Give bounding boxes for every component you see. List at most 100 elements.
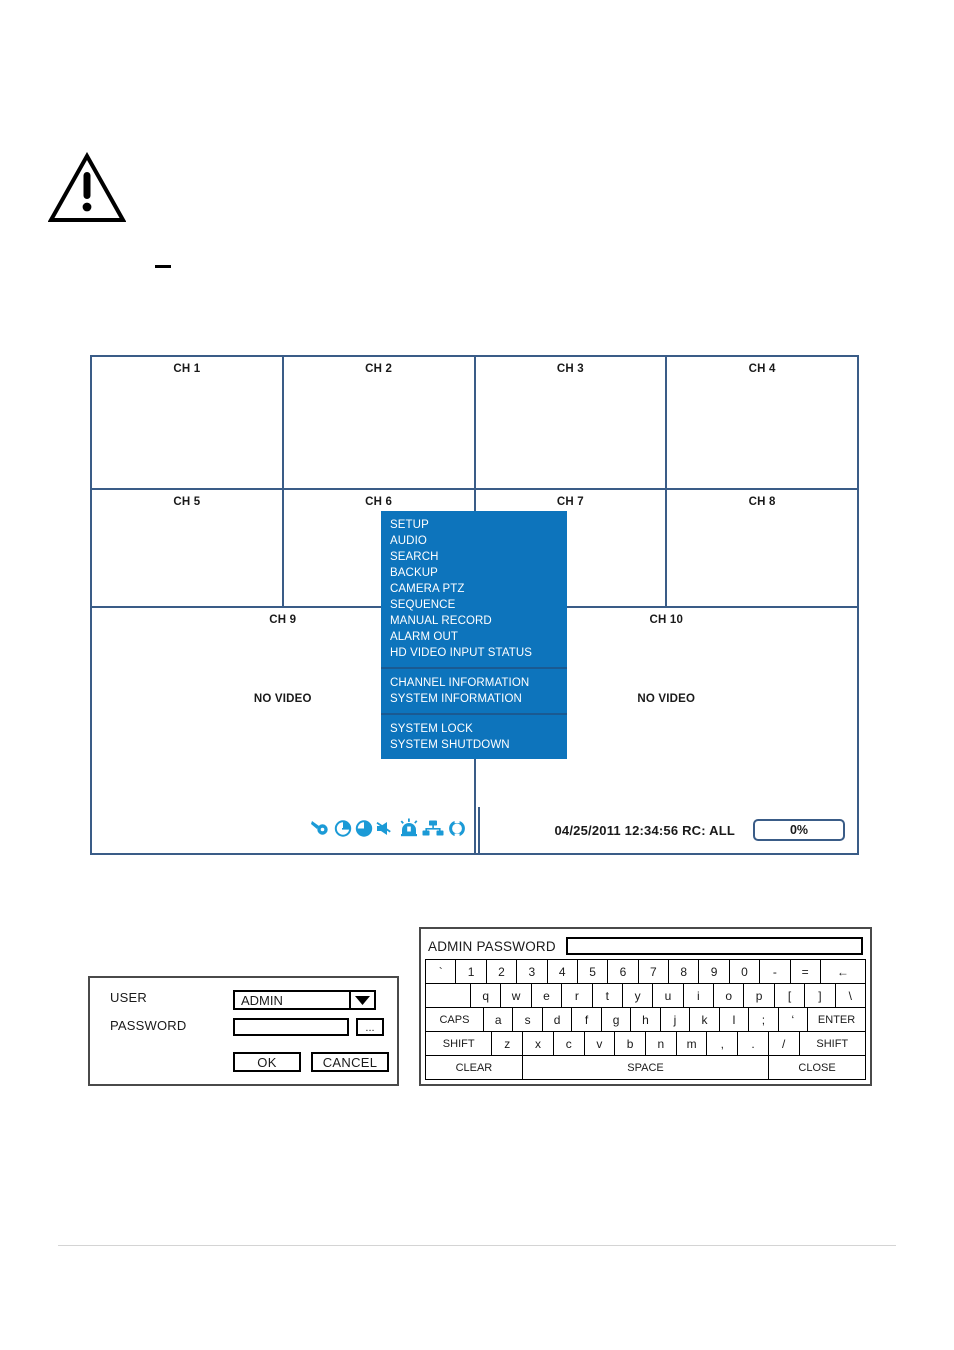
key-minus[interactable]: - bbox=[760, 960, 791, 983]
chevron-down-icon[interactable] bbox=[349, 992, 374, 1008]
key-g[interactable]: g bbox=[601, 1008, 632, 1031]
channel-cell-ch5[interactable]: CH 5 bbox=[92, 490, 284, 606]
key-m[interactable]: m bbox=[676, 1032, 708, 1055]
key-4[interactable]: 4 bbox=[547, 960, 578, 983]
channel-label: CH 7 bbox=[556, 496, 584, 508]
menu-item-search[interactable]: SEARCH bbox=[381, 549, 567, 565]
key-d[interactable]: d bbox=[542, 1008, 573, 1031]
hdd-percent-badge: 0% bbox=[753, 819, 845, 841]
key-h[interactable]: h bbox=[631, 1008, 661, 1031]
menu-item-manual-record[interactable]: MANUAL RECORD bbox=[381, 613, 567, 629]
password-keyboard-button[interactable]: ... bbox=[356, 1018, 384, 1036]
key-semicolon[interactable]: ; bbox=[749, 1008, 779, 1031]
key-equals[interactable]: = bbox=[790, 960, 821, 983]
alarm-siren-icon[interactable] bbox=[398, 818, 420, 843]
menu-item-backup[interactable]: BACKUP bbox=[381, 565, 567, 581]
keyboard-title: ADMIN PASSWORD bbox=[428, 938, 556, 954]
menu-item-channel-information[interactable]: CHANNEL INFORMATION bbox=[381, 675, 567, 691]
key-1[interactable]: 1 bbox=[456, 960, 487, 983]
key-slash[interactable]: / bbox=[768, 1032, 800, 1055]
key-apostrophe[interactable]: ‘ bbox=[778, 1008, 809, 1031]
hdd-overwrite-icon[interactable] bbox=[354, 818, 374, 843]
key-tab-blank[interactable] bbox=[426, 984, 472, 1007]
key-y[interactable]: y bbox=[622, 984, 654, 1007]
channel-cell-ch3[interactable]: CH 3 bbox=[476, 357, 668, 488]
backspace-arrow-icon[interactable]: ← bbox=[820, 960, 865, 983]
menu-item-hd-video-input-status[interactable]: HD VIDEO INPUT STATUS bbox=[381, 645, 567, 661]
key-clear[interactable]: CLEAR bbox=[426, 1056, 523, 1079]
key-b[interactable]: b bbox=[615, 1032, 646, 1055]
key-bracket-left[interactable]: [ bbox=[774, 984, 806, 1007]
menu-item-system-information[interactable]: SYSTEM INFORMATION bbox=[381, 691, 567, 707]
key-n[interactable]: n bbox=[645, 1032, 677, 1055]
dash-bullet bbox=[155, 265, 171, 268]
key-p[interactable]: p bbox=[744, 984, 775, 1007]
key-caps[interactable]: CAPS bbox=[426, 1008, 484, 1031]
key-8[interactable]: 8 bbox=[669, 960, 700, 983]
keyboard-password-input[interactable] bbox=[565, 937, 863, 955]
key-period[interactable]: . bbox=[738, 1032, 769, 1055]
key-v[interactable]: v bbox=[584, 1032, 616, 1055]
user-label: USER bbox=[110, 990, 147, 1005]
channel-label: CH 6 bbox=[365, 496, 393, 508]
password-input[interactable] bbox=[233, 1018, 349, 1036]
key-5[interactable]: 5 bbox=[577, 960, 609, 983]
sequence-refresh-icon[interactable] bbox=[446, 818, 468, 843]
channel-cell-ch2[interactable]: CH 2 bbox=[284, 357, 476, 488]
key-7[interactable]: 7 bbox=[638, 960, 669, 983]
menu-item-setup[interactable]: SETUP bbox=[381, 517, 567, 533]
menu-item-alarm-out[interactable]: ALARM OUT bbox=[381, 629, 567, 645]
key-q[interactable]: q bbox=[471, 984, 502, 1007]
user-select[interactable]: ADMIN bbox=[233, 990, 376, 1010]
password-label: PASSWORD bbox=[110, 1018, 187, 1033]
status-info-group: 04/25/2011 12:34:56 RC: ALL 0% bbox=[478, 807, 857, 853]
menu-item-sequence[interactable]: SEQUENCE bbox=[381, 597, 567, 613]
menu-item-camera-ptz[interactable]: CAMERA PTZ bbox=[381, 581, 567, 597]
key-space[interactable]: SPACE bbox=[522, 1056, 770, 1079]
key-e[interactable]: e bbox=[531, 984, 563, 1007]
key-j[interactable]: j bbox=[660, 1008, 691, 1031]
channel-label: CH 5 bbox=[173, 496, 201, 508]
key-t[interactable]: t bbox=[592, 984, 623, 1007]
key-x[interactable]: x bbox=[523, 1032, 554, 1055]
channel-label: CH 1 bbox=[173, 363, 201, 375]
key-enter[interactable]: ENTER bbox=[808, 1008, 866, 1031]
key-f[interactable]: f bbox=[572, 1008, 602, 1031]
menu-item-system-lock[interactable]: SYSTEM LOCK bbox=[381, 721, 567, 737]
network-icon[interactable] bbox=[421, 818, 445, 843]
key-r[interactable]: r bbox=[562, 984, 593, 1007]
key-3[interactable]: 3 bbox=[517, 960, 548, 983]
key-shift-left[interactable]: SHIFT bbox=[426, 1032, 493, 1055]
key-c[interactable]: c bbox=[553, 1032, 585, 1055]
key-a[interactable]: a bbox=[483, 1008, 514, 1031]
menu-item-audio[interactable]: AUDIO bbox=[381, 533, 567, 549]
channel-cell-ch4[interactable]: CH 4 bbox=[667, 357, 857, 488]
key-2[interactable]: 2 bbox=[486, 960, 518, 983]
key-backslash[interactable]: \ bbox=[835, 984, 865, 1007]
key-z[interactable]: z bbox=[492, 1032, 524, 1055]
channel-row-1: CH 1 CH 2 CH 3 CH 4 bbox=[92, 357, 857, 490]
channel-cell-ch1[interactable]: CH 1 bbox=[92, 357, 284, 488]
key-i[interactable]: i bbox=[683, 984, 715, 1007]
cancel-button[interactable]: CANCEL bbox=[311, 1052, 389, 1072]
menu-item-system-shutdown[interactable]: SYSTEM SHUTDOWN bbox=[381, 737, 567, 753]
key-u[interactable]: u bbox=[653, 984, 684, 1007]
key-l[interactable]: l bbox=[719, 1008, 750, 1031]
key-close[interactable]: CLOSE bbox=[769, 1056, 865, 1079]
key-icon[interactable] bbox=[310, 818, 332, 843]
key-backtick[interactable]: ` bbox=[426, 960, 457, 983]
hdd-record-icon[interactable] bbox=[333, 818, 353, 843]
speaker-mute-icon[interactable] bbox=[375, 818, 397, 843]
key-o[interactable]: o bbox=[714, 984, 745, 1007]
key-bracket-right[interactable]: ] bbox=[805, 984, 836, 1007]
key-shift-right[interactable]: SHIFT bbox=[799, 1032, 865, 1055]
channel-cell-ch8[interactable]: CH 8 bbox=[667, 490, 857, 606]
key-0[interactable]: 0 bbox=[729, 960, 761, 983]
key-w[interactable]: w bbox=[501, 984, 532, 1007]
key-9[interactable]: 9 bbox=[699, 960, 730, 983]
key-6[interactable]: 6 bbox=[608, 960, 639, 983]
key-comma[interactable]: , bbox=[707, 1032, 739, 1055]
ok-button[interactable]: OK bbox=[233, 1052, 301, 1072]
key-s[interactable]: s bbox=[513, 1008, 543, 1031]
key-k[interactable]: k bbox=[690, 1008, 720, 1031]
